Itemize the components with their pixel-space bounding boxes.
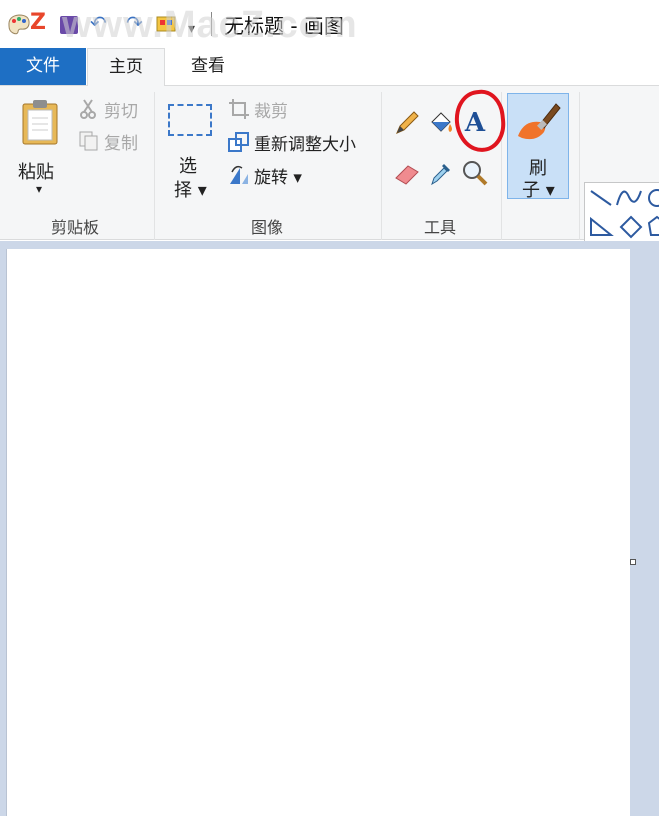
copy-label: 复制 <box>104 134 138 154</box>
paint-app-icon[interactable] <box>6 10 32 36</box>
resize-label: 重新调整大小 <box>254 135 356 155</box>
triangle-icon <box>590 216 614 236</box>
canvas-resize-handle[interactable] <box>630 559 636 565</box>
color-picker-icon[interactable] <box>426 158 456 188</box>
magnifier-icon[interactable] <box>460 158 490 188</box>
brushes-label-bottom: 子 ▾ <box>522 180 555 201</box>
clipboard-group-label: 剪贴板 <box>50 218 99 237</box>
crop-label: 裁剪 <box>254 102 288 122</box>
z-logo-icon: Z <box>30 10 46 35</box>
image-group-label: 图像 <box>250 218 283 237</box>
ribbon-tabs: 文件 主页 查看 <box>0 48 659 87</box>
group-divider <box>154 92 155 240</box>
paste-dropdown-arrow-icon[interactable]: ▾ <box>36 182 42 196</box>
rotate-button[interactable]: 旋转 ▾ <box>228 162 314 188</box>
cut-label: 剪切 <box>104 102 138 122</box>
tab-view[interactable]: 查看 <box>170 48 246 85</box>
pentagon-icon <box>647 215 659 236</box>
group-divider <box>381 92 382 240</box>
undo-icon[interactable]: ↶ <box>90 10 107 36</box>
copy-button[interactable]: 复制 <box>78 128 144 154</box>
customize-quick-access-arrow-icon[interactable]: ▾ <box>188 16 195 42</box>
resize-button[interactable]: 重新调整大小 <box>228 129 374 155</box>
tab-file[interactable]: 文件 <box>0 48 86 85</box>
rotate-label: 旋转 ▾ <box>254 168 302 188</box>
tools-group-label: 工具 <box>423 218 456 237</box>
select-label-top: 选 <box>179 156 197 177</box>
save-icon[interactable] <box>60 16 78 34</box>
paste-label: 粘贴 <box>18 162 54 183</box>
rotate-icon <box>230 165 248 184</box>
clipboard-icon <box>22 100 58 145</box>
resize-icon <box>228 132 249 152</box>
title-separator <box>211 12 212 36</box>
line-icon <box>590 190 612 206</box>
diamond-icon <box>619 215 643 239</box>
window-title: 无标题 - 画图 <box>224 14 344 38</box>
crop-icon <box>229 99 249 119</box>
brushes-button[interactable]: 刷 子 ▾ <box>507 93 569 201</box>
select-button[interactable]: 选 择 ▾ <box>162 98 218 202</box>
redo-icon[interactable]: ↷ <box>126 10 143 36</box>
selection-rectangle-icon <box>168 104 212 136</box>
cut-button[interactable]: 剪切 <box>78 96 144 122</box>
select-label-bottom: 择 ▾ <box>174 180 207 201</box>
palette-icon[interactable] <box>156 14 176 34</box>
copy-icon <box>79 131 98 151</box>
title-bar: Z ↶ ↷ ▾ 无标题 - 画图 www.MacZ.com <box>0 0 659 48</box>
eraser-icon[interactable] <box>392 158 422 188</box>
tab-home[interactable]: 主页 <box>87 48 165 87</box>
fill-bucket-icon[interactable] <box>426 108 456 138</box>
scissors-icon <box>80 99 96 119</box>
canvas-workspace <box>0 241 659 816</box>
paste-button[interactable]: 粘贴 ▾ <box>12 94 68 202</box>
curve-icon <box>616 190 642 206</box>
oval-icon <box>648 189 659 207</box>
brush-icon <box>518 103 561 140</box>
drawing-canvas[interactable] <box>6 249 630 816</box>
group-divider <box>579 92 580 240</box>
crop-button[interactable]: 裁剪 <box>228 96 300 122</box>
pencil-icon[interactable] <box>392 108 422 138</box>
